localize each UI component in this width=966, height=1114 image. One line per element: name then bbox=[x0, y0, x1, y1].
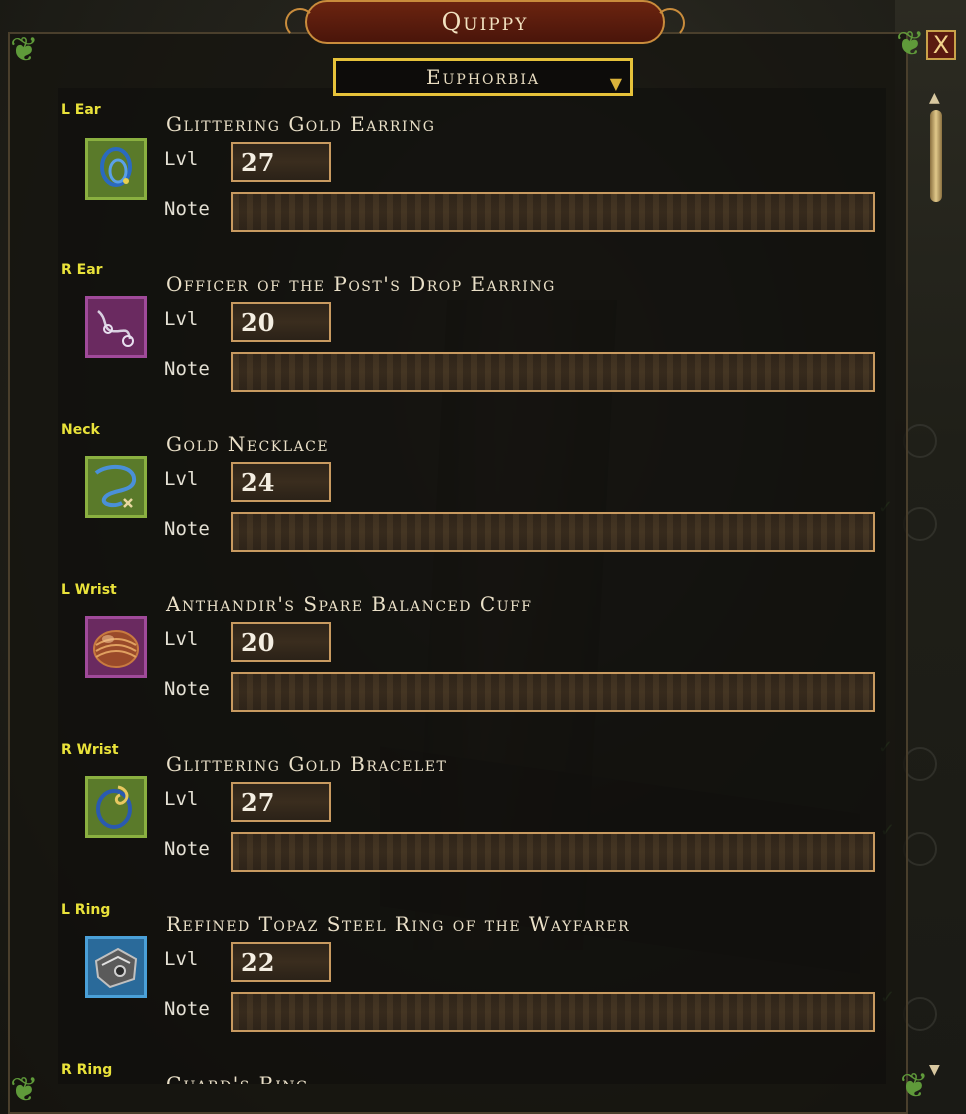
level-input[interactable] bbox=[231, 302, 331, 342]
note-label: Note bbox=[164, 998, 210, 1020]
slot-l-ear: L Ear Glittering Gold Earring Lvl Note bbox=[0, 102, 966, 262]
slot-label: R Ring bbox=[61, 1062, 113, 1078]
level-label: Lvl bbox=[164, 788, 199, 810]
note-input[interactable] bbox=[231, 352, 875, 392]
slot-label: L Wrist bbox=[61, 582, 117, 598]
note-input[interactable] bbox=[231, 512, 875, 552]
note-input[interactable] bbox=[231, 672, 875, 712]
slot-l-ring: L Ring Refined Topaz Steel Ring of the W… bbox=[0, 902, 966, 1062]
slot-label: R Wrist bbox=[61, 742, 119, 758]
level-label: Lvl bbox=[164, 308, 199, 330]
note-input[interactable] bbox=[231, 992, 875, 1032]
earring-icon[interactable] bbox=[85, 296, 147, 358]
note-input[interactable] bbox=[231, 832, 875, 872]
item-name: Anthandir's Spare Balanced Cuff bbox=[166, 592, 533, 616]
level-input[interactable] bbox=[231, 622, 331, 662]
note-label: Note bbox=[164, 518, 210, 540]
necklace-icon[interactable] bbox=[85, 456, 147, 518]
note-label: Note bbox=[164, 838, 210, 860]
item-name: Glittering Gold Bracelet bbox=[166, 752, 448, 776]
leaf-ornament-icon: ❦ bbox=[896, 24, 925, 64]
slot-l-wrist: L Wrist Anthandir's Spare Balanced Cuff … bbox=[0, 582, 966, 742]
earring-icon[interactable] bbox=[85, 138, 147, 200]
note-label: Note bbox=[164, 358, 210, 380]
ring-icon[interactable] bbox=[85, 936, 147, 998]
slot-r-ring: R Ring Guard's Ring bbox=[0, 1062, 966, 1084]
level-label: Lvl bbox=[164, 628, 199, 650]
bracelet-icon[interactable] bbox=[85, 776, 147, 838]
leaf-ornament-icon: ❦ bbox=[10, 30, 39, 70]
level-input[interactable] bbox=[231, 942, 331, 982]
window-title[interactable]: Quippy bbox=[285, 0, 685, 44]
character-dropdown[interactable]: Euphorbia ▼ bbox=[333, 58, 633, 96]
item-name: Glittering Gold Earring bbox=[166, 112, 436, 136]
slot-label: Neck bbox=[61, 422, 100, 438]
item-name: Officer of the Post's Drop Earring bbox=[166, 272, 556, 296]
item-name: Guard's Ring bbox=[166, 1072, 309, 1084]
level-label: Lvl bbox=[164, 468, 199, 490]
cuff-icon[interactable] bbox=[85, 616, 147, 678]
slot-r-wrist: R Wrist Glittering Gold Bracelet Lvl Not… bbox=[0, 742, 966, 902]
slot-label: L Ring bbox=[61, 902, 111, 918]
level-input[interactable] bbox=[231, 462, 331, 502]
slot-label: L Ear bbox=[61, 102, 101, 118]
note-label: Note bbox=[164, 678, 210, 700]
level-input[interactable] bbox=[231, 782, 331, 822]
close-button[interactable]: X bbox=[926, 30, 956, 60]
slot-neck: Neck Gold Necklace Lvl Note bbox=[0, 422, 966, 582]
item-name: Gold Necklace bbox=[166, 432, 330, 456]
note-label: Note bbox=[164, 198, 210, 220]
character-dropdown-value: Euphorbia bbox=[426, 65, 540, 89]
item-name: Refined Topaz Steel Ring of the Wayfarer bbox=[166, 912, 631, 936]
dropdown-arrow-icon: ▼ bbox=[609, 74, 624, 93]
level-label: Lvl bbox=[164, 148, 199, 170]
note-input[interactable] bbox=[231, 192, 875, 232]
level-input[interactable] bbox=[231, 142, 331, 182]
level-label: Lvl bbox=[164, 948, 199, 970]
slot-r-ear: R Ear Officer of the Post's Drop Earring… bbox=[0, 262, 966, 422]
slot-label: R Ear bbox=[61, 262, 103, 278]
